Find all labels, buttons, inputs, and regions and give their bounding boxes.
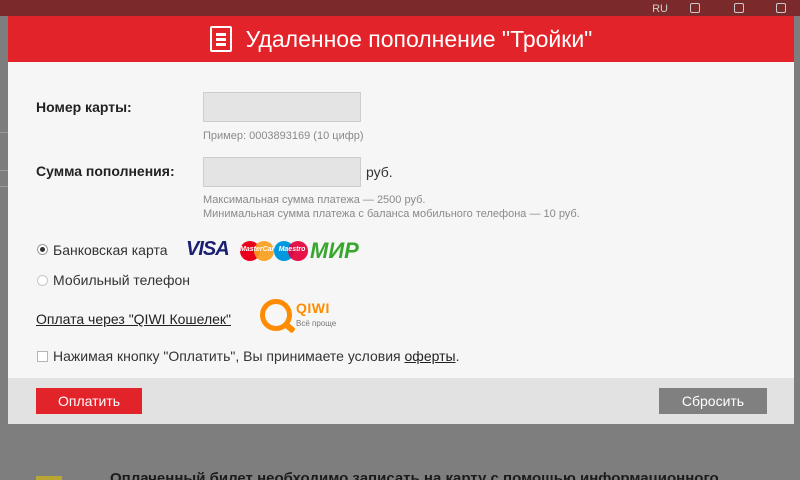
document-icon xyxy=(209,26,232,52)
mir-logo: МИР xyxy=(310,238,359,263)
card-number-input[interactable] xyxy=(203,92,361,122)
ticket-icon xyxy=(36,476,62,480)
dialog-header: Удаленное пополнение "Тройки" xyxy=(8,16,794,62)
mobile-phone-radio[interactable] xyxy=(37,275,48,286)
mobile-phone-label[interactable]: Мобильный телефон xyxy=(53,272,190,288)
qiwi-logo: QIWI Всё проще xyxy=(260,298,350,334)
card-number-hint: Пример: 0003893169 (10 цифр) xyxy=(203,130,364,142)
dialog-title: Удаленное пополнение "Тройки" xyxy=(245,25,593,52)
background-header: RU xyxy=(0,0,800,16)
amount-unit: руб. xyxy=(366,164,393,180)
language-switch: RU xyxy=(652,3,668,15)
bank-card-radio[interactable] xyxy=(37,244,48,255)
top-up-dialog: Удаленное пополнение "Тройки" Номер карт… xyxy=(8,16,794,424)
qiwi-wallet-link[interactable]: Оплата через "QIWI Кошелек" xyxy=(36,311,231,327)
background-right-edge xyxy=(794,16,800,480)
offer-link[interactable]: оферты xyxy=(405,348,456,364)
card-number-label: Номер карты: xyxy=(36,99,132,115)
background-left-edge xyxy=(0,16,8,480)
header-icon xyxy=(690,3,700,13)
amount-input[interactable] xyxy=(203,157,361,187)
header-icon xyxy=(734,3,744,13)
visa-logo: VISA xyxy=(186,238,230,260)
amount-hint-min: Минимальная сумма платежа с баланса моби… xyxy=(203,208,580,220)
amount-label: Сумма пополнения: xyxy=(36,163,175,179)
amount-hint-max: Максимальная сумма платежа — 2500 руб. xyxy=(203,194,426,206)
background-text: Оплаченный билет необходимо записать на … xyxy=(110,470,719,480)
dialog-footer: Оплатить Сбросить xyxy=(8,378,794,424)
dialog-body: Номер карты: Пример: 0003893169 (10 цифр… xyxy=(8,62,794,378)
reset-button[interactable]: Сбросить xyxy=(659,388,767,414)
background-content: Оплаченный билет необходимо записать на … xyxy=(0,424,800,480)
pay-button[interactable]: Оплатить xyxy=(36,388,142,414)
qiwi-icon xyxy=(260,299,292,331)
bank-card-label[interactable]: Банковская карта xyxy=(53,242,167,258)
maestro-logo: Maestro xyxy=(274,240,310,262)
header-icon xyxy=(776,3,786,13)
agreement-checkbox[interactable] xyxy=(37,351,48,362)
agreement-text: Нажимая кнопку "Оплатить", Вы принимаете… xyxy=(53,348,460,364)
mastercard-logo: MasterCard xyxy=(240,240,279,262)
